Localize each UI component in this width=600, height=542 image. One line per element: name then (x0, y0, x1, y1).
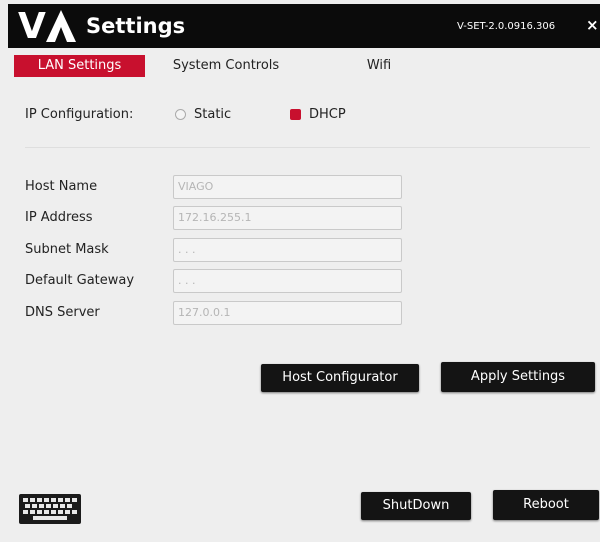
apply-settings-button[interactable]: Apply Settings (441, 362, 595, 392)
logo-chevron-icon (46, 10, 76, 42)
host-name-label: Host Name (25, 179, 98, 194)
dns-server-field[interactable] (173, 301, 402, 325)
ip-address-label: IP Address (25, 210, 93, 225)
close-button[interactable]: × (586, 16, 599, 34)
radio-selected-icon (290, 109, 301, 120)
version-label: V-SET-2.0.0916.306 (457, 21, 556, 32)
dns-server-label: DNS Server (25, 305, 100, 320)
default-gateway-field[interactable] (173, 269, 402, 293)
default-gateway-label: Default Gateway (25, 273, 135, 288)
shutdown-button[interactable]: ShutDown (361, 492, 471, 520)
radio-dhcp[interactable]: DHCP (290, 105, 360, 125)
ip-configuration-label: IP Configuration: (25, 107, 134, 122)
tab-wifi[interactable]: Wifi (355, 55, 403, 77)
keyboard-button[interactable] (19, 494, 81, 524)
radio-static[interactable]: Static (175, 105, 245, 125)
radio-dhcp-label: DHCP (309, 107, 346, 122)
subnet-mask-label: Subnet Mask (25, 242, 109, 257)
host-name-field[interactable] (173, 175, 402, 199)
subnet-mask-field[interactable] (173, 238, 402, 262)
tab-system-controls[interactable]: System Controls (160, 55, 292, 77)
title-bar: V Settings V-SET-2.0.0916.306 × (8, 4, 600, 48)
radio-static-label: Static (194, 107, 232, 122)
reboot-button[interactable]: Reboot (493, 490, 599, 520)
keyboard-icon (19, 494, 81, 524)
logo-letter-v: V (18, 6, 46, 47)
window-title: Settings (86, 14, 186, 38)
radio-unselected-icon (175, 109, 186, 120)
section-divider (25, 147, 590, 148)
host-configurator-button[interactable]: Host Configurator (261, 364, 419, 392)
tab-lan-settings[interactable]: LAN Settings (14, 55, 145, 77)
ip-address-field[interactable] (173, 206, 402, 230)
